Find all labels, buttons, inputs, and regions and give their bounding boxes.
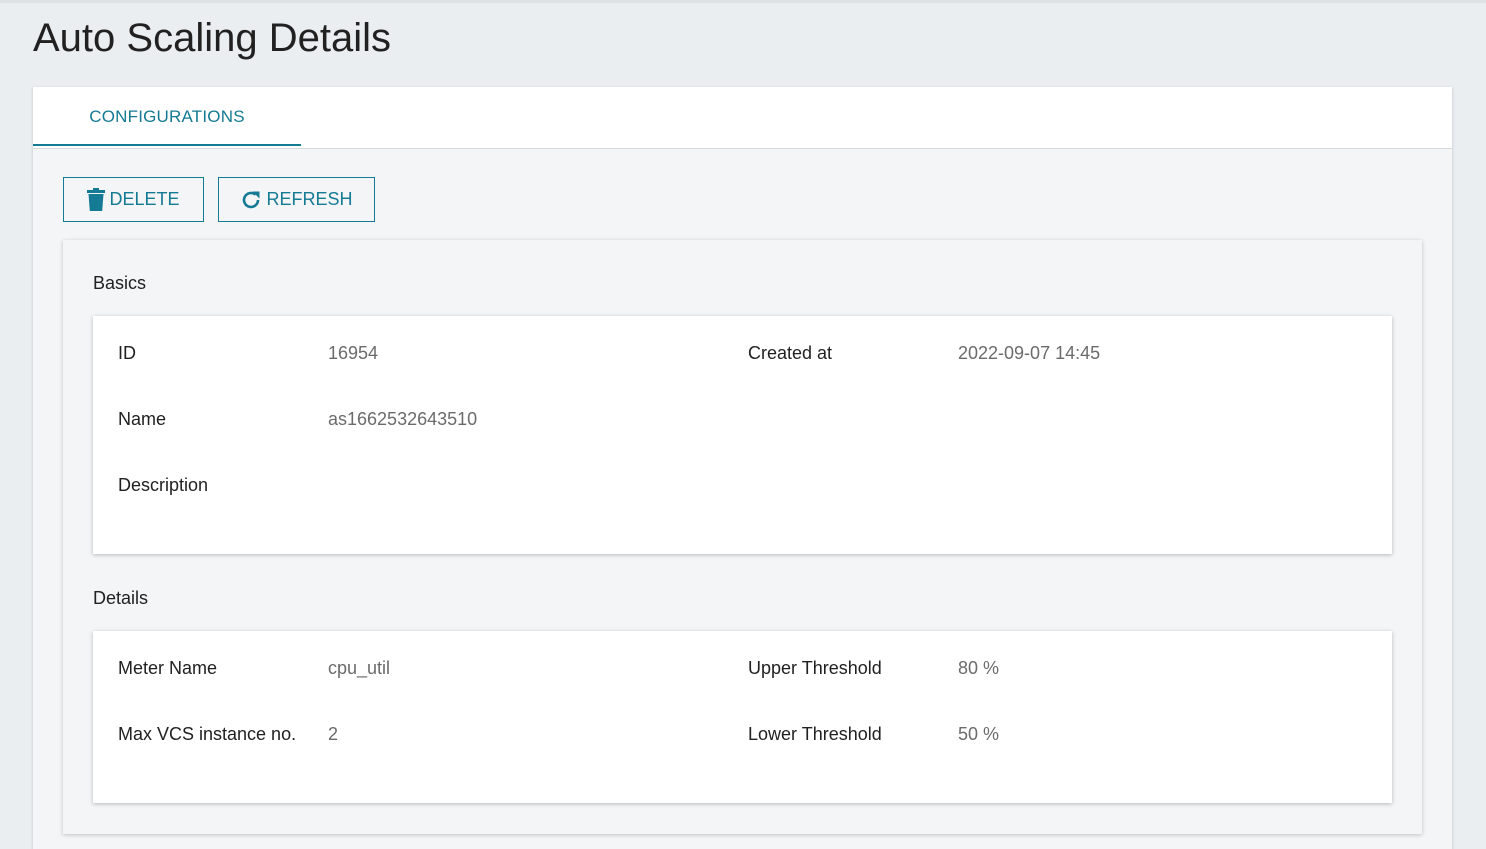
details-card: Meter Name cpu_util Upper Threshold 80 %… (93, 631, 1392, 803)
name-value: as1662532643510 (328, 409, 478, 429)
created-at-label: Created at (748, 343, 833, 363)
active-tab-indicator (33, 144, 301, 146)
refresh-button[interactable]: REFRESH (218, 177, 375, 222)
basics-card: ID 16954 Created at 2022-09-07 14:45 Nam… (93, 316, 1392, 554)
max-instances-value: 2 (328, 724, 339, 744)
details-panel: CONFIGURATIONS DELETE REFRESH Basics ID … (33, 87, 1452, 849)
tab-configurations-label: CONFIGURATIONS (89, 107, 245, 126)
id-label: ID (118, 343, 136, 363)
details-section-title: Details (93, 588, 149, 608)
upper-threshold-label: Upper Threshold (748, 658, 882, 678)
max-instances-label: Max VCS instance no. (118, 724, 297, 744)
top-edge (0, 0, 1486, 3)
configuration-card: Basics ID 16954 Created at 2022-09-07 14… (63, 240, 1422, 834)
name-label: Name (118, 409, 167, 429)
upper-threshold-value: 80 % (958, 658, 1000, 678)
meter-name-value: cpu_util (328, 658, 391, 678)
delete-button-label: DELETE (109, 189, 180, 209)
refresh-icon (240, 189, 262, 211)
created-at-value: 2022-09-07 14:45 (958, 343, 1101, 363)
trash-icon (87, 188, 106, 211)
tab-configurations[interactable]: CONFIGURATIONS (33, 87, 301, 147)
meter-name-label: Meter Name (118, 658, 218, 678)
refresh-button-label: REFRESH (266, 189, 353, 209)
lower-threshold-value: 50 % (958, 724, 1000, 744)
id-value: 16954 (328, 343, 379, 363)
tab-bar: CONFIGURATIONS (33, 87, 1452, 149)
basics-section-title: Basics (93, 273, 147, 293)
lower-threshold-label: Lower Threshold (748, 724, 882, 744)
delete-button[interactable]: DELETE (63, 177, 204, 222)
page-title: Auto Scaling Details (33, 16, 391, 60)
description-label: Description (118, 475, 209, 495)
